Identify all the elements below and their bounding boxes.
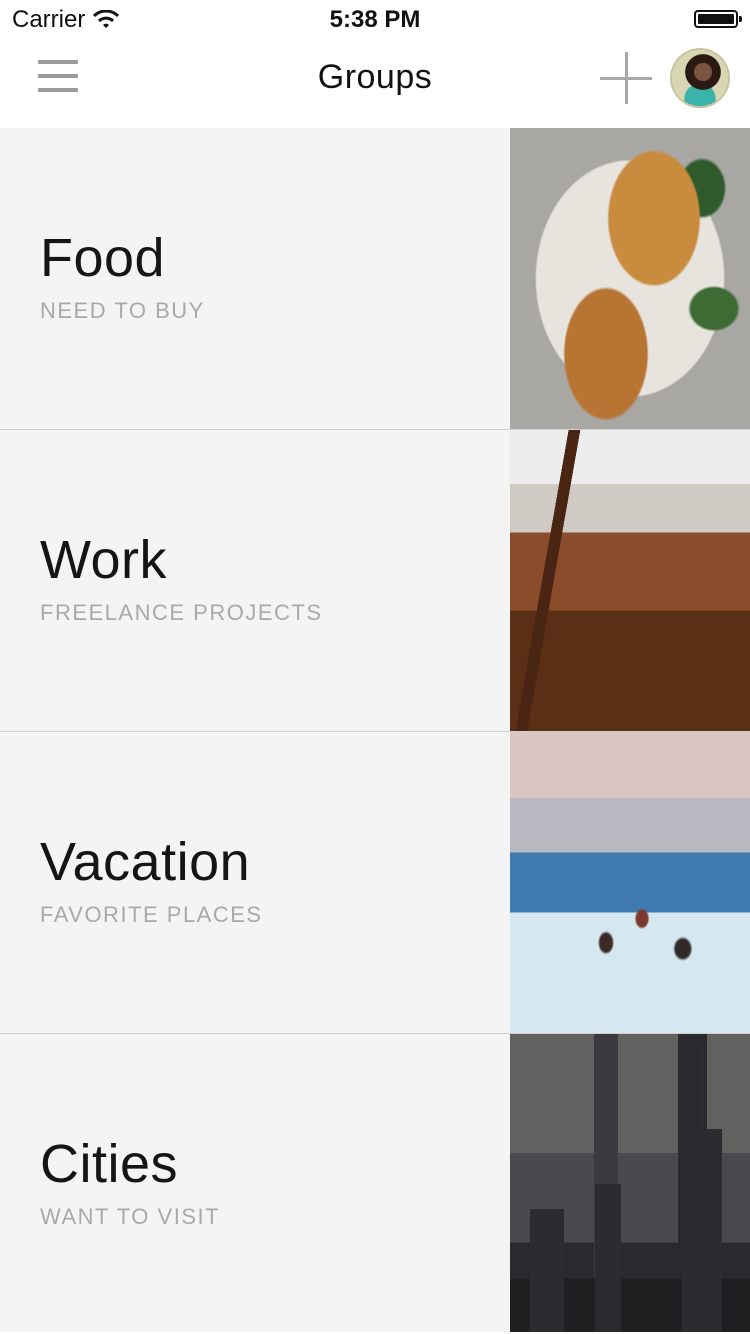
group-title: Cities [40,1134,179,1194]
cities-image [510,1034,750,1332]
group-subtitle: WANT TO VISIT [40,1204,221,1229]
skyline-building [595,1184,621,1332]
group-row-cities[interactable]: Cities WANT TO VISIT [0,1034,750,1332]
work-image [510,430,750,731]
group-subtitle: FREELANCE PROJECTS [40,600,323,625]
battery-icon [694,10,742,28]
skyline-building [682,1129,722,1332]
group-title: Food [40,228,166,288]
group-subtitle: FAVORITE PLACES [40,902,263,927]
group-text: Work FREELANCE PROJECTS [40,528,490,626]
group-text: Food NEED TO BUY [40,226,490,324]
group-title: Work [40,530,168,590]
group-row-work[interactable]: Work FREELANCE PROJECTS [0,430,750,732]
group-text: Cities WANT TO VISIT [40,1132,490,1230]
vacation-image [510,732,750,1033]
group-row-food[interactable]: Food NEED TO BUY [0,128,750,430]
status-bar: Carrier 5:38 PM [0,0,750,40]
group-text: Vacation FAVORITE PLACES [40,830,490,928]
skyline-spire [700,1042,704,1132]
group-subtitle: NEED TO BUY [40,298,205,323]
group-title: Vacation [40,832,251,892]
groups-list: Food NEED TO BUY Work FREELANCE PROJECTS… [0,128,750,1332]
avatar[interactable] [670,48,730,108]
skyline-building [530,1209,564,1332]
navigation-bar: Groups [0,40,750,128]
status-time: 5:38 PM [329,6,421,33]
group-row-vacation[interactable]: Vacation FAVORITE PLACES [0,732,750,1034]
add-icon[interactable] [600,52,654,106]
food-image [510,128,750,429]
